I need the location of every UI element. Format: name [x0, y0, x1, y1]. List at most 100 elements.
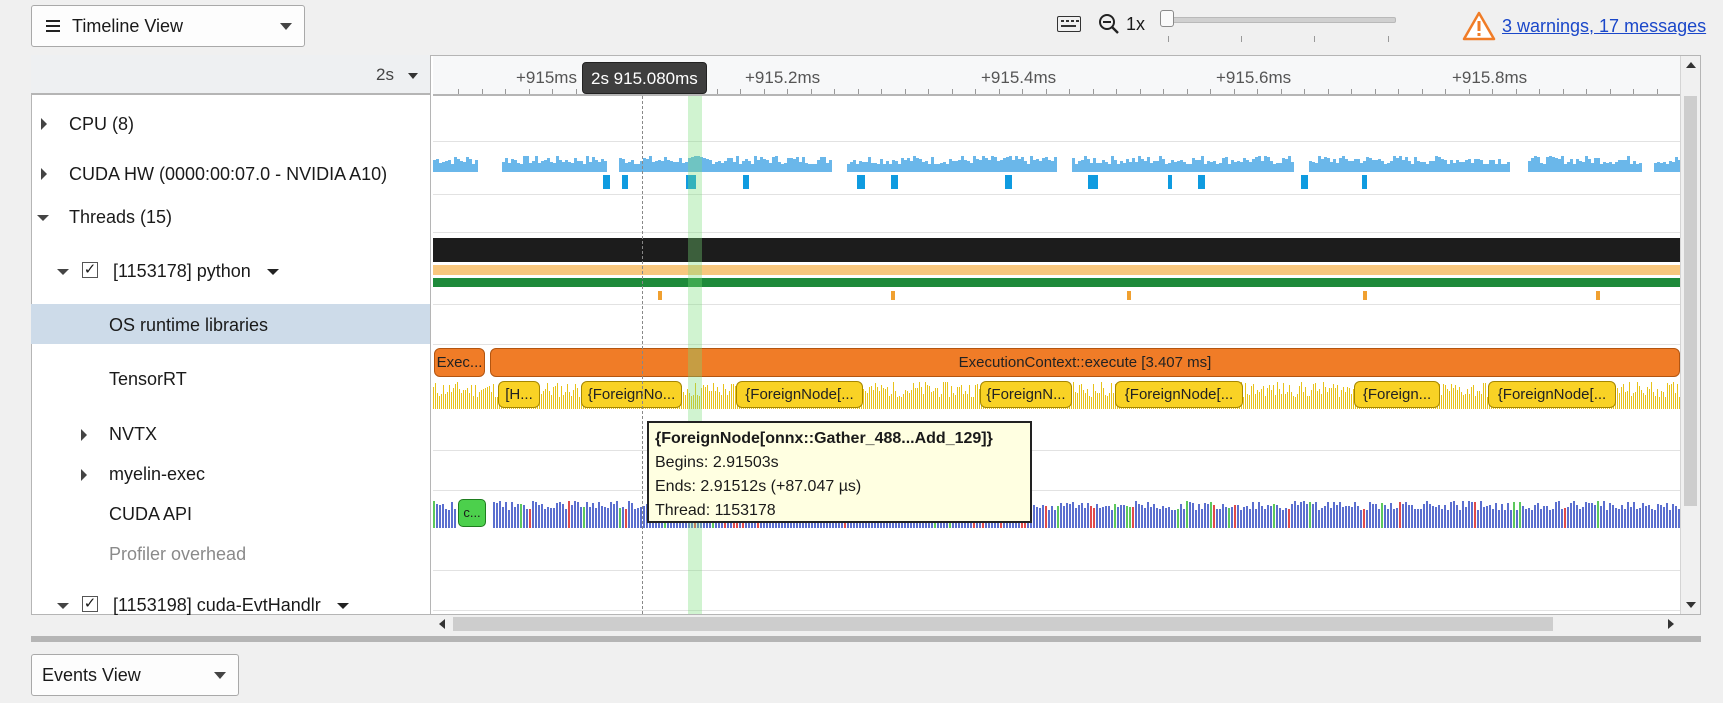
row-tensorrt[interactable]: TensorRT	[109, 369, 187, 390]
row-myelin-exec[interactable]: myelin-exec	[109, 464, 205, 485]
cuda-api-stripe	[1051, 506, 1053, 528]
cuda-api-stripe	[1594, 505, 1596, 528]
timeline-tracks[interactable]: Exec... ExecutionContext::execute [3.407…	[433, 96, 1680, 614]
foreign-node-block[interactable]: [H...	[498, 381, 540, 408]
expand-icon[interactable]	[81, 429, 87, 441]
cuda-api-stripe	[1270, 506, 1272, 528]
cuda-api-stripe	[1189, 502, 1191, 528]
sample-marker	[1363, 291, 1367, 300]
row-nvtx[interactable]: NVTX	[109, 424, 157, 445]
tick-mark	[1210, 89, 1211, 94]
cuda-api-stripe	[1246, 506, 1248, 528]
tensorrt-kernel-stripe	[461, 393, 462, 409]
cuda-api-stripe	[553, 508, 555, 528]
expand-icon[interactable]	[41, 118, 47, 130]
row-cuda-hw[interactable]: CUDA HW (0000:00:07.0 - NVIDIA A10)	[69, 164, 387, 185]
tensorrt-kernel-stripe	[959, 387, 960, 409]
tensorrt-kernel-stripe	[937, 388, 938, 409]
row-cuda-api[interactable]: CUDA API	[109, 504, 192, 525]
tensorrt-kernel-stripe	[1349, 388, 1350, 409]
exec-block-small[interactable]: Exec...	[434, 348, 485, 377]
tensorrt-kernel-stripe	[1277, 382, 1278, 409]
zoom-out-icon[interactable]	[1098, 13, 1120, 35]
tensorrt-kernel-stripe	[1109, 393, 1110, 409]
thread-running-band[interactable]	[433, 238, 1680, 262]
row-os-runtime[interactable]: OS runtime libraries	[109, 315, 268, 336]
cuda-api-stripe	[1138, 504, 1140, 528]
scroll-down-icon[interactable]	[1686, 602, 1696, 608]
chevron-down-icon[interactable]	[408, 73, 418, 79]
pane-splitter[interactable]	[31, 636, 1701, 642]
cuda-api-stripe	[1669, 510, 1671, 528]
cuda-api-stripe	[559, 502, 561, 528]
events-view-select[interactable]: Events View	[31, 654, 239, 696]
collapse-icon[interactable]	[57, 269, 69, 275]
tensorrt-kernel-stripe	[1093, 384, 1094, 409]
vertical-scrollbar[interactable]	[1680, 56, 1700, 614]
cuda-api-stripe	[1072, 502, 1074, 528]
foreign-node-block[interactable]: {ForeignNode[...	[1488, 381, 1616, 408]
cuda-api-stripe	[1144, 508, 1146, 528]
tensorrt-kernel-stripe	[891, 394, 892, 409]
cuda-api-stripe	[1588, 503, 1590, 528]
tensorrt-kernel-stripe	[475, 385, 476, 409]
expand-icon[interactable]	[41, 168, 47, 180]
tick-mark	[458, 89, 459, 94]
foreign-node-block[interactable]: {ForeignNode[...	[1115, 381, 1243, 408]
tensorrt-kernel-stripe	[1447, 389, 1448, 409]
expand-icon[interactable]	[81, 469, 87, 481]
tensorrt-kernel-stripe	[1259, 392, 1260, 409]
cuda-api-stripe	[1285, 508, 1287, 528]
cuda-api-call-block[interactable]: c...	[458, 499, 486, 527]
row-threads[interactable]: Threads (15)	[69, 207, 172, 228]
cuda-api-stripe	[1480, 501, 1482, 528]
tensorrt-kernel-stripe	[957, 387, 958, 409]
row-cpu[interactable]: CPU (8)	[69, 114, 134, 135]
tick-mark	[1421, 89, 1423, 94]
exec-block-main[interactable]: ExecutionContext::execute [3.407 ms]	[490, 348, 1680, 377]
keyboard-icon[interactable]	[1057, 16, 1081, 32]
tensorrt-kernel-stripe	[955, 395, 956, 409]
foreign-node-block[interactable]: {Foreign...	[1354, 381, 1440, 408]
thread-checkbox[interactable]: ✓	[82, 262, 98, 278]
zoom-slider[interactable]	[1166, 17, 1396, 23]
scroll-right-icon[interactable]	[1668, 619, 1674, 629]
scroll-thumb[interactable]	[453, 617, 1553, 631]
cuda-api-stripe	[1648, 505, 1650, 528]
timeline-view-select[interactable]: Timeline View	[31, 5, 305, 47]
tensorrt-kernel-stripe	[1283, 383, 1284, 409]
cuda-api-stripe	[562, 504, 564, 528]
scroll-left-icon[interactable]	[439, 619, 445, 629]
tensorrt-kernel-stripe	[1655, 396, 1656, 409]
row-profiler-overhead[interactable]: Profiler overhead	[109, 544, 246, 565]
chevron-down-icon[interactable]	[337, 603, 349, 609]
tick-mark	[1139, 89, 1141, 94]
tensorrt-kernel-stripe	[967, 394, 968, 409]
scroll-thumb[interactable]	[1684, 96, 1697, 506]
horizontal-scrollbar[interactable]	[433, 615, 1680, 633]
tensorrt-kernel-stripe	[1099, 393, 1100, 409]
scroll-up-icon[interactable]	[1686, 62, 1696, 68]
cuda-api-stripe	[1489, 505, 1491, 528]
row-python-thread[interactable]: [1153178] python	[113, 261, 251, 282]
cuda-api-stripe	[1474, 502, 1476, 528]
tick-mark	[1304, 89, 1305, 94]
foreign-node-block[interactable]: {ForeignN...	[980, 381, 1072, 408]
collapse-icon[interactable]	[37, 215, 49, 221]
cuda-kernel-mark	[1005, 175, 1012, 189]
tick-mark	[1539, 89, 1540, 94]
cuda-api-stripe	[523, 505, 525, 528]
tensorrt-kernel-stripe	[1477, 391, 1478, 409]
foreign-node-block[interactable]: {ForeignNode[...	[736, 381, 863, 408]
chevron-down-icon[interactable]	[267, 269, 279, 275]
tensorrt-kernel-stripe	[1285, 394, 1286, 409]
cuda-api-stripe	[1417, 509, 1419, 528]
foreign-node-block[interactable]: {ForeignNo...	[581, 381, 682, 408]
zoom-slider-thumb[interactable]	[1160, 10, 1174, 27]
cuda-api-stripe	[1435, 507, 1437, 528]
warnings-link[interactable]: 3 warnings, 17 messages	[1502, 16, 1706, 37]
thread-checkbox[interactable]: ✓	[82, 596, 98, 612]
collapse-icon[interactable]	[57, 603, 69, 609]
tick-mark	[763, 89, 765, 94]
row-evt-handler-thread[interactable]: [1153198] cuda-EvtHandlr	[113, 595, 321, 615]
